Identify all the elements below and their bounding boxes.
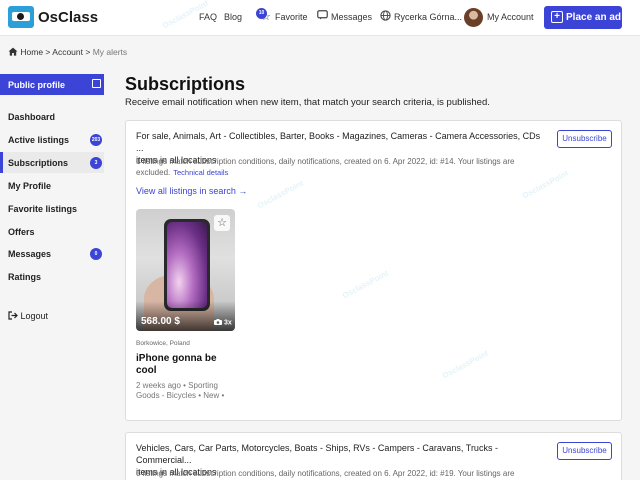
phone-screen (167, 222, 207, 308)
logout-label: Logout (20, 311, 49, 321)
listing-image[interactable]: 568.00 $ 3x ☆ (136, 209, 235, 331)
listing-price: 568.00 $ (141, 316, 180, 327)
subscription-card: Vehicles, Cars, Car Parts, Motorcycles, … (125, 432, 622, 480)
sidebar-public-profile-label: Public profile (8, 80, 66, 90)
messages-badge: 0 (90, 248, 102, 260)
message-icon (317, 10, 328, 23)
sidebar-item-offers[interactable]: Offers (8, 227, 35, 237)
subscriptions-badge: 3 (90, 157, 102, 169)
place-ad-label: Place an ad (566, 12, 622, 23)
photo-count-label: 3x (223, 319, 232, 327)
logout-icon (8, 311, 21, 321)
home-icon (8, 47, 20, 57)
sidebar-item-messages[interactable]: Messages (8, 249, 51, 259)
listing-location: Borkowice, Poland (136, 340, 190, 347)
place-ad-button[interactable]: + Place an ad (544, 6, 622, 29)
plus-icon: + (551, 11, 563, 23)
camera-icon (214, 319, 222, 325)
sidebar-item-ratings[interactable]: Ratings (8, 272, 41, 282)
page-subtitle: Receive email notification when new item… (125, 97, 490, 108)
favorite-star-icon[interactable]: ☆ (214, 215, 230, 231)
top-header: OsClass FAQ Blog ☆ 10 Favorite Messages … (0, 0, 640, 36)
nav-messages[interactable]: Messages (331, 12, 372, 22)
breadcrumb-current: My alerts (92, 47, 128, 57)
globe-icon (380, 10, 391, 24)
unsubscribe-button[interactable]: Unsubscribe (557, 442, 612, 460)
nav-location[interactable]: Rycerka Górna... (394, 12, 462, 22)
page-title: Subscriptions (125, 74, 246, 94)
favorite-count-badge: 10 (256, 8, 267, 19)
subscription-card: For sale, Animals, Art - Collectibles, B… (125, 120, 622, 421)
view-all-listings-link[interactable]: View all listings in search → (136, 186, 247, 196)
external-link-icon (92, 79, 101, 88)
sidebar-item-active-listings[interactable]: Active listings (8, 135, 69, 145)
listing-title[interactable]: iPhone gonna be cool (136, 353, 231, 377)
unsubscribe-button[interactable]: Unsubscribe (557, 130, 612, 148)
listing-meta: 2 weeks ago • Sporting Goods - Bicycles … (136, 381, 225, 400)
active-listings-badge: 203 (90, 134, 102, 146)
nav-faq[interactable]: FAQ (199, 12, 217, 22)
photo-count: 3x (214, 319, 232, 327)
nav-my-account[interactable]: My Account (487, 12, 534, 22)
sidebar-logout[interactable]: Logout (8, 311, 48, 321)
sidebar-item-my-profile[interactable]: My Profile (8, 181, 51, 191)
breadcrumb: Home > Account > My alerts (8, 47, 127, 57)
avatar[interactable] (464, 8, 483, 27)
logo-icon[interactable] (8, 6, 34, 28)
sidebar-public-profile[interactable]: Public profile (0, 74, 104, 95)
nav-blog[interactable]: Blog (224, 12, 242, 22)
technical-details-link[interactable]: Technical details (173, 168, 228, 177)
logo-text[interactable]: OsClass (38, 9, 98, 26)
subscription-info: 1 listings match subscription conditions… (136, 156, 536, 178)
subscription-categories: For sale, Animals, Art - Collectibles, B… (136, 131, 541, 153)
breadcrumb-account[interactable]: Account (52, 47, 83, 57)
breadcrumb-home[interactable]: Home (20, 47, 43, 57)
sidebar-item-dashboard[interactable]: Dashboard (8, 112, 55, 122)
nav-favorite[interactable]: Favorite (275, 12, 308, 22)
subscription-categories: Vehicles, Cars, Car Parts, Motorcycles, … (136, 443, 498, 465)
subscription-info: 0 listings match subscription conditions… (136, 469, 515, 478)
sidebar-item-subscriptions[interactable]: Subscriptions (8, 158, 68, 168)
sidebar-item-favorite-listings[interactable]: Favorite listings (8, 204, 77, 214)
